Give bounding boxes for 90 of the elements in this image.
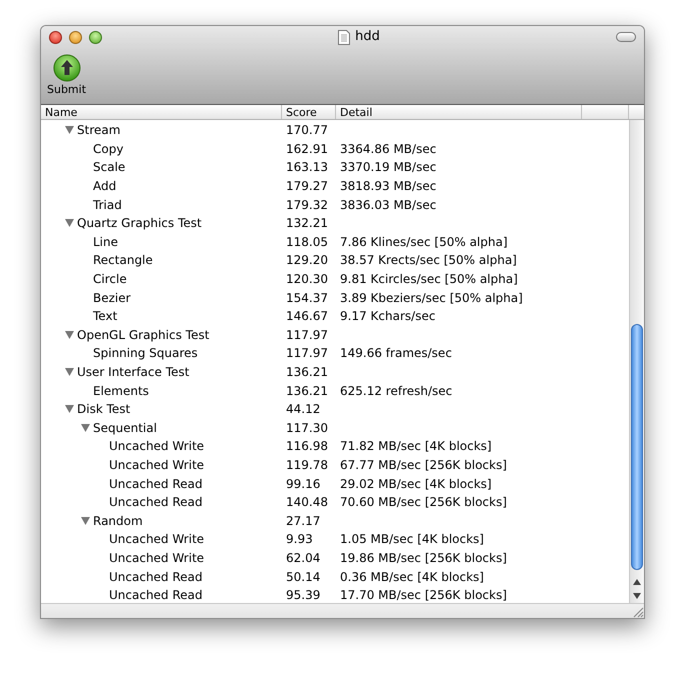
test-name: Copy [93,140,124,158]
detail-cell-text: 625.12 refresh/sec [340,382,452,400]
score-cell-text: 117.30 [286,420,328,437]
test-name: Scale [93,159,126,176]
detail-cell-text: 9.81 Kcircles/sec [50% alpha] [340,271,518,288]
test-name: Rectangle [93,252,153,270]
test-name: Uncached Write [109,531,204,548]
score-cell-text: 170.77 [286,122,328,140]
detail-cell-text: 71.82 MB/sec [4K blocks] [340,438,492,456]
detail-cell-text: 3818.93 MB/sec [340,178,436,196]
test-name: Elements [93,382,149,400]
score-cell-text: 136.21 [286,382,328,400]
collapse-triangle-icon[interactable] [65,367,77,378]
score-cell-text: 99.16 [286,476,320,493]
test-name: Uncached Read [109,476,203,493]
test-name: Circle [93,271,127,288]
test-name: Spinning Squares [93,345,198,362]
score-cell-text: 132.21 [286,215,328,232]
score-cell-text: 62.04 [286,550,320,567]
column-header[interactable]: Score [282,105,336,119]
collapse-triangle-icon[interactable] [65,125,77,136]
score-cell-text: 162.91 [286,140,328,158]
close-button[interactable] [49,30,62,44]
detail-cell-text: 3364.86 MB/sec [340,140,436,158]
test-name: Add [93,178,116,196]
test-name: Quartz Graphics Test [77,215,202,232]
score-cell-text: 44.12 [286,401,320,418]
test-name: Uncached Write [109,456,204,474]
column-header[interactable]: Detail [336,105,582,119]
minimize-button[interactable] [69,30,82,44]
detail-cell-text: 70.60 MB/sec [256K blocks] [340,494,507,512]
test-name: User Interface Test [77,364,190,382]
column-header[interactable]: Name [41,105,282,119]
detail-cell-text: 19.86 MB/sec [256K blocks] [340,550,507,567]
test-name: Bezier [93,290,131,307]
test-name: Random [93,512,143,530]
score-cell-text: 179.32 [286,196,328,214]
score-cell-text: 117.97 [286,326,328,344]
collapse-triangle-icon[interactable] [81,422,93,433]
detail-cell-text: 149.66 frames/sec [340,345,452,362]
scrollbar-thumb[interactable] [631,324,643,570]
test-name: Sequential [93,420,157,437]
collapse-triangle-icon[interactable] [65,330,77,340]
scrollbar[interactable] [629,120,644,603]
score-cell-text: 140.48 [286,494,328,512]
score-cell-text: 146.67 [286,308,328,326]
detail-cell-text: 17.70 MB/sec [256K blocks] [340,587,507,603]
score-cell-text: 136.21 [286,364,328,382]
zoom-button[interactable] [89,30,102,44]
detail-cell-text: 0.36 MB/sec [4K blocks] [340,568,484,586]
test-name: Uncached Write [109,550,204,567]
test-name: OpenGL Graphics Test [77,326,210,344]
score-cell-text: 120.30 [286,271,328,288]
detail-cell-text: 67.77 MB/sec [256K blocks] [340,456,507,474]
detail-cell-text: 3836.03 MB/sec [340,196,436,214]
test-name: Line [93,234,118,251]
collapse-triangle-icon[interactable] [65,404,77,414]
detail-cell-text: 9.17 Kchars/sec [340,308,436,326]
score-cell-text: 27.17 [286,512,320,530]
score-cell-text: 117.97 [286,345,328,362]
test-name: Triad [93,196,122,214]
detail-cell-text: 38.57 Krects/sec [50% alpha] [340,252,517,270]
score-cell-text: 163.13 [286,159,328,176]
detail-cell-text: 7.86 Klines/sec [50% alpha] [340,234,508,251]
toolbar-toggle-button[interactable] [616,32,636,42]
document-icon [338,30,350,44]
collapse-triangle-icon[interactable] [81,516,93,526]
test-name: Uncached Read [109,494,203,512]
test-name: Uncached Read [109,587,203,603]
test-name: Disk Test [77,401,130,418]
score-cell-text: 116.98 [286,438,328,456]
test-name: Uncached Write [109,438,204,456]
score-cell-text: 119.78 [286,456,328,474]
detail-cell-text: 3370.19 MB/sec [340,159,436,176]
score-cell-text: 50.14 [286,568,320,586]
detail-cell-text: 29.02 MB/sec [4K blocks] [340,476,492,493]
score-cell-text: 9.93 [286,531,313,548]
test-name: Stream [77,122,120,140]
score-cell-text: 95.39 [286,587,320,603]
score-cell-text: 129.20 [286,252,328,270]
window-title: hdd [355,28,380,46]
detail-cell-text: 1.05 MB/sec [4K blocks] [340,531,484,548]
submit-button[interactable]: Submit [47,54,86,98]
score-cell-text: 154.37 [286,290,328,307]
test-name: Uncached Read [109,568,203,586]
collapse-triangle-icon[interactable] [65,218,77,228]
test-name: Text [93,308,118,326]
score-cell-text: 118.05 [286,234,328,251]
score-cell-text: 179.27 [286,178,328,196]
detail-cell-text: 3.89 Kbeziers/sec [50% alpha] [340,290,523,307]
